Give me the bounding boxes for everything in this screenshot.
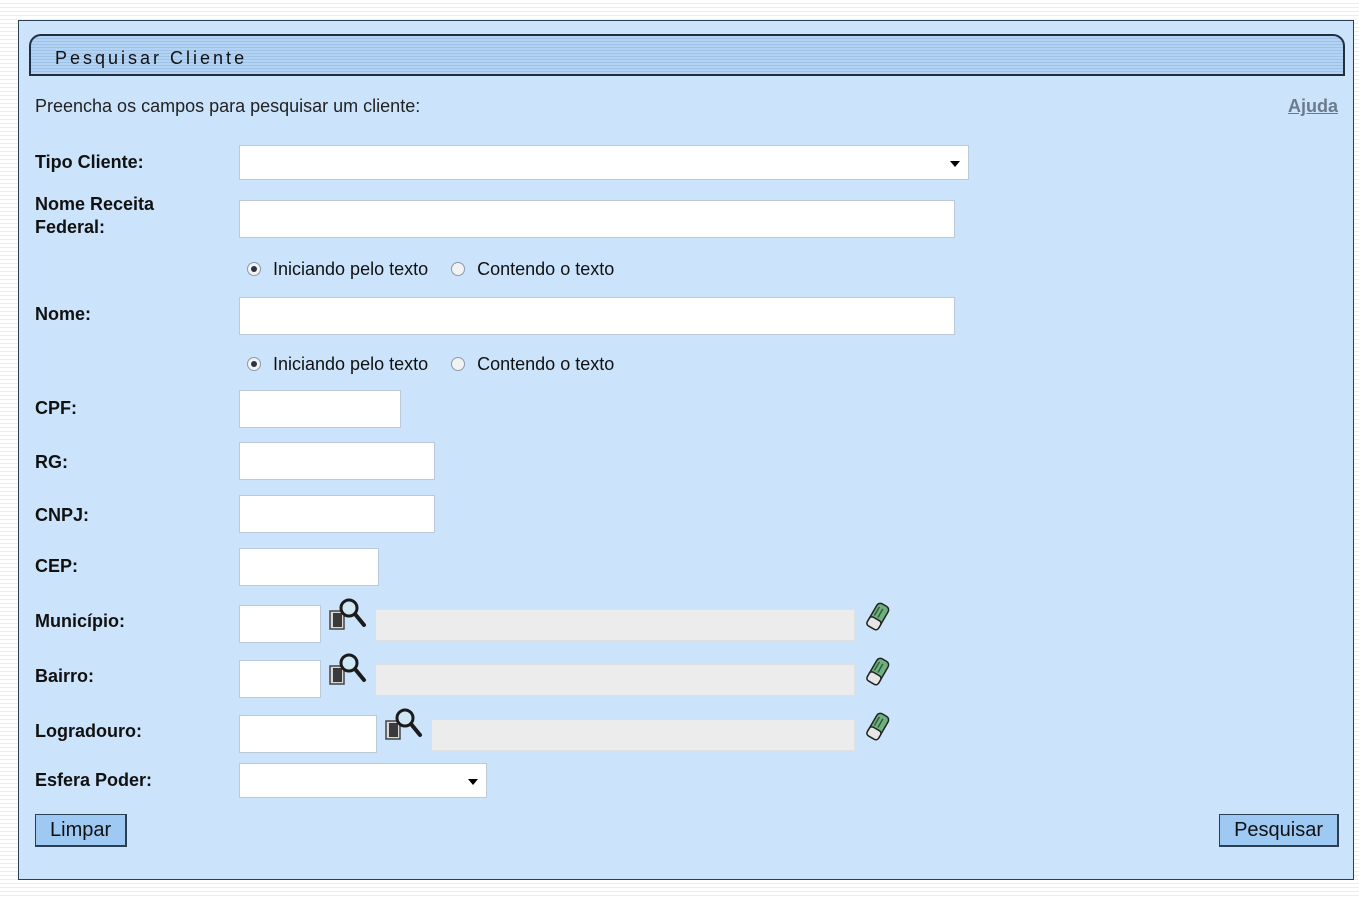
chevron-down-icon [950,161,960,167]
cpf-label: CPF: [35,398,77,418]
cnpj-input[interactable] [239,495,435,533]
municipio-description-field [375,609,855,641]
cep-label: CEP: [35,556,79,576]
bairro-eraser-icon[interactable] [862,654,892,690]
tipo-cliente-label: Tipo Cliente: [35,152,144,172]
nome-input[interactable] [239,297,955,335]
radio-label-contain: Contendo o texto [477,259,615,279]
nome-receita-radio-start[interactable] [247,262,261,276]
nome-receita-radio-contain[interactable] [451,262,466,276]
radio-label-start: Iniciando pelo texto [273,354,429,374]
search-client-panel: Pesquisar Cliente Preencha os campos par… [18,20,1354,880]
logradouro-code-input[interactable] [239,715,377,753]
municipio-code-input[interactable] [239,605,321,643]
nome-match-options: Iniciando pelo texto Contendo o texto [247,354,632,375]
nome-receita-label-line2: Federal: [35,217,106,237]
municipio-eraser-icon[interactable] [862,599,892,635]
form-instructions: Preencha os campos para pesquisar um cli… [35,96,421,116]
nome-receita-label-line1: Nome Receita [35,194,155,214]
cnpj-label: CNPJ: [35,505,90,525]
bairro-label: Bairro: [35,666,95,686]
esfera-poder-label: Esfera Poder: [35,770,153,790]
bairro-description-field [375,664,855,696]
chevron-down-icon [468,779,478,785]
nome-receita-match-options: Iniciando pelo texto Contendo o texto [247,259,632,280]
help-link[interactable]: Ajuda [1288,96,1338,117]
logradouro-lookup-icon[interactable] [383,707,423,747]
nome-radio-start[interactable] [247,357,261,371]
tipo-cliente-select[interactable] [239,145,969,180]
bairro-code-input[interactable] [239,660,321,698]
search-button[interactable]: Pesquisar [1219,814,1339,847]
radio-label-start: Iniciando pelo texto [273,259,429,279]
esfera-poder-select[interactable] [239,763,487,798]
radio-label-contain: Contendo o texto [477,354,615,374]
cep-input[interactable] [239,548,379,586]
panel-title: Pesquisar Cliente [55,48,248,68]
municipio-lookup-icon[interactable] [327,597,367,637]
bairro-lookup-icon[interactable] [327,652,367,692]
nome-receita-input[interactable] [239,200,955,238]
rg-input[interactable] [239,442,435,480]
panel-header: Pesquisar Cliente [29,34,1345,76]
cpf-input[interactable] [239,390,401,428]
logradouro-label: Logradouro: [35,721,142,741]
rg-label: RG: [35,452,68,472]
logradouro-description-field [431,719,855,751]
nome-radio-contain[interactable] [451,357,466,371]
clear-button[interactable]: Limpar [35,814,128,847]
nome-receita-label: Nome Receita Federal: [35,193,154,239]
nome-label: Nome: [35,304,92,324]
municipio-label: Município: [35,611,125,631]
logradouro-eraser-icon[interactable] [862,709,892,745]
